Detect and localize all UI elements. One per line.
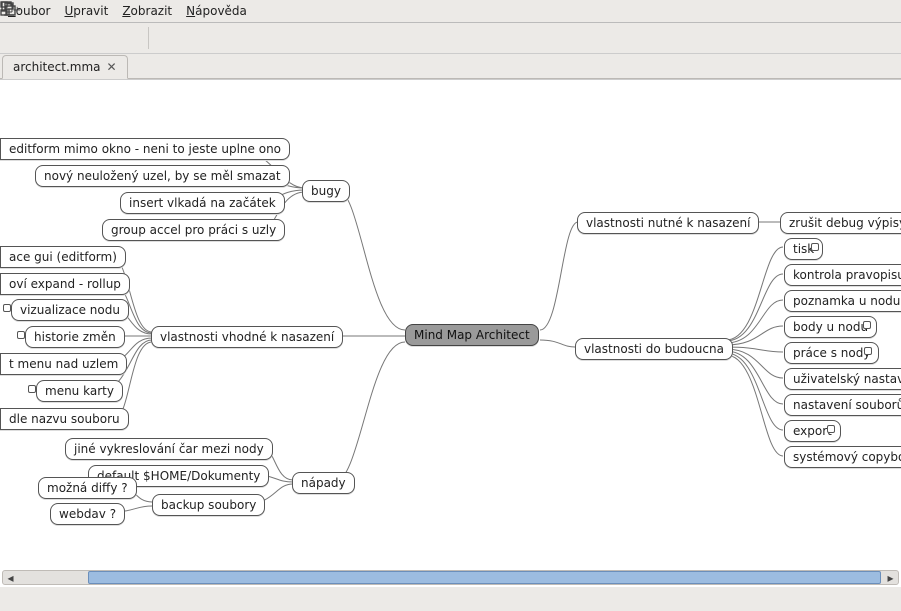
node-nutne-child-0[interactable]: zrušit debug výpisy xyxy=(780,212,901,234)
mindmap-canvas[interactable]: Mind Map Architect bugy editform mimo ok… xyxy=(0,79,901,587)
node-vhodne-child-3[interactable]: historie změn xyxy=(25,326,125,348)
expand-handle[interactable] xyxy=(17,331,25,339)
scroll-right-icon[interactable]: ▸ xyxy=(883,571,898,584)
node-bud-child-6[interactable]: nastavení souborů xyxy=(784,394,901,416)
expand-handle[interactable] xyxy=(864,347,872,355)
node-backup-child-1[interactable]: webdav ? xyxy=(50,503,125,525)
tab-title: architect.mma xyxy=(13,60,101,74)
scroll-left-icon[interactable]: ◂ xyxy=(3,571,18,584)
node-vhodne-child-5[interactable]: menu karty xyxy=(36,380,123,402)
menubar: Soubor Upravit Zobrazit Nápověda xyxy=(0,0,901,23)
node-bugy-child-1[interactable]: nový neuložený uzel, by se měl smazat xyxy=(35,165,290,187)
expand-handle[interactable] xyxy=(863,321,871,329)
node-bud-child-1[interactable]: kontrola pravopisu xyxy=(784,264,901,286)
node-root[interactable]: Mind Map Architect xyxy=(405,324,539,346)
tree-minus-icon: – xyxy=(0,0,20,18)
svg-text:–: – xyxy=(13,3,19,16)
menu-help[interactable]: Nápověda xyxy=(186,4,247,18)
node-napady[interactable]: nápady xyxy=(292,472,355,494)
expand-handle[interactable] xyxy=(827,425,835,433)
toolbar-button-1[interactable] xyxy=(8,27,30,49)
toolbar: + – xyxy=(0,23,901,54)
tab-close-icon[interactable]: ✕ xyxy=(107,60,117,74)
node-bugy[interactable]: bugy xyxy=(302,180,350,202)
node-vhodne-child-1[interactable]: oví expand - rollup xyxy=(0,273,130,295)
node-nutne[interactable]: vlastnosti nutné k nasazení xyxy=(577,212,759,234)
node-bugy-child-2[interactable]: insert vlkadá na začátek xyxy=(120,192,285,214)
node-bugy-child-3[interactable]: group accel pro práci s uzly xyxy=(102,219,285,241)
horizontal-scrollbar[interactable]: ◂ ▸ xyxy=(2,570,899,585)
node-bud-child-5[interactable]: uživatelský nastavení xyxy=(784,368,901,390)
tab-strip: architect.mma ✕ xyxy=(0,54,901,79)
expand-handle[interactable] xyxy=(811,243,819,251)
menu-edit[interactable]: Upravit xyxy=(64,4,108,18)
node-bud-child-2[interactable]: poznamka u nodu xyxy=(784,290,901,312)
toolbar-button-2[interactable] xyxy=(42,27,64,49)
toolbar-button-3[interactable]: + xyxy=(76,27,98,49)
node-napady-child-2[interactable]: backup soubory xyxy=(152,494,265,516)
scroll-track[interactable] xyxy=(18,571,883,584)
node-vhodne-child-6[interactable]: dle nazvu souboru xyxy=(0,408,129,430)
node-backup-child-0[interactable]: možná diffy ? xyxy=(38,477,137,499)
node-vhodne[interactable]: vlastnosti vhodné k nasazení xyxy=(151,326,343,348)
node-budoucna[interactable]: vlastnosti do budoucna xyxy=(575,338,733,360)
expand-handle[interactable] xyxy=(28,385,36,393)
node-vhodne-child-0[interactable]: ace gui (editform) xyxy=(0,246,126,268)
node-napady-child-0[interactable]: jiné vykreslování čar mezi nody xyxy=(65,438,273,460)
expand-handle[interactable] xyxy=(3,304,11,312)
scroll-thumb[interactable] xyxy=(88,571,881,584)
toolbar-separator xyxy=(148,27,149,49)
node-vhodne-child-4[interactable]: t menu nad uzlem xyxy=(0,353,127,375)
node-bugy-child-0[interactable]: editform mimo okno - neni to jeste uplne… xyxy=(0,138,290,160)
menu-view[interactable]: Zobrazit xyxy=(122,4,172,18)
node-vhodne-child-2[interactable]: vizualizace nodu xyxy=(11,299,129,321)
toolbar-button-4[interactable]: – xyxy=(110,27,132,49)
tab-architect[interactable]: architect.mma ✕ xyxy=(2,55,128,79)
node-bud-child-8[interactable]: systémový copyboard xyxy=(784,446,901,468)
